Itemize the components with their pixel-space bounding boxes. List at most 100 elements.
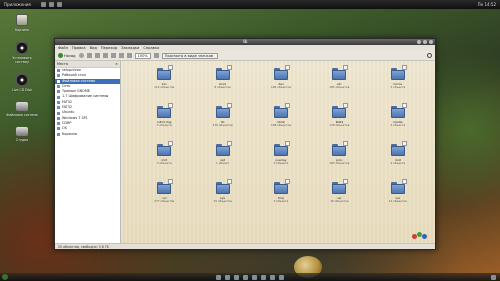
- desktop-icon-label: Live CD Disk: [11, 88, 33, 92]
- terminal-launcher-icon[interactable]: [48, 2, 54, 7]
- panel-clock[interactable]: Пн 14:52: [478, 2, 496, 7]
- up-icon[interactable]: [86, 53, 92, 58]
- folder-item[interactable]: tmp 3 объекта: [252, 179, 310, 212]
- menu-go[interactable]: Переход: [101, 45, 117, 51]
- place-icon: [57, 127, 60, 131]
- dock-app-icon[interactable]: [216, 274, 221, 280]
- folder-item-count: 277 объектов: [154, 198, 175, 203]
- desktop-icon-studio[interactable]: Студия: [6, 127, 38, 142]
- dock-app-icon[interactable]: [252, 274, 257, 280]
- folder-item-count: 178 объектов: [329, 122, 350, 127]
- folder-item[interactable]: media 4 объекта: [369, 103, 427, 136]
- zoom-in-icon[interactable]: [153, 53, 159, 58]
- files-launcher-icon[interactable]: [56, 2, 62, 7]
- view-mode-select[interactable]: Просмотр в виде значков: [161, 52, 218, 59]
- desktop-icon-filesystem[interactable]: Файловая система: [6, 102, 38, 117]
- place-icon: [57, 85, 60, 89]
- sidebar-header[interactable]: Места ×: [55, 61, 120, 68]
- place-icon: [57, 132, 60, 136]
- install-disc-icon: [16, 42, 28, 54]
- folder-item[interactable]: usr 16 объектов: [310, 179, 368, 212]
- folder-icon: [390, 65, 407, 81]
- folder-item[interactable]: bin 112 объектов: [135, 65, 193, 98]
- folder-item[interactable]: home 3 объекта: [369, 65, 427, 98]
- folder-item[interactable]: sys 15 объектов: [193, 179, 251, 212]
- folder-item[interactable]: root 4 объекта: [369, 141, 427, 174]
- folder-item[interactable]: dev 196 объектов: [252, 65, 310, 98]
- drive-icon: [16, 127, 28, 136]
- folder-item[interactable]: overlay 3 объекта: [252, 141, 310, 174]
- folder-item[interactable]: var 14 объектов: [369, 179, 427, 212]
- arrow-left-icon: [58, 53, 63, 58]
- dock-app-icon[interactable]: [270, 274, 275, 280]
- places-sidebar: Места × rafopvilvan Рабочий стол Файловая …: [55, 61, 121, 243]
- top-panel: Приложения Пн 14:52: [0, 0, 500, 9]
- close-sidebar-icon[interactable]: ×: [115, 61, 118, 67]
- menu-view[interactable]: Вид: [90, 45, 97, 51]
- folder-item[interactable]: lib64 178 объектов: [310, 103, 368, 136]
- place-icon: [57, 111, 60, 115]
- back-button[interactable]: Назад: [58, 53, 76, 58]
- folder-grid: bin 112 объектов boot 8 объектов dev 196 объе…: [135, 65, 427, 212]
- folder-item-count: 3 объекта: [390, 84, 406, 89]
- folder-item[interactable]: boot 8 объектов: [193, 65, 251, 98]
- folder-item[interactable]: run 277 объектов: [135, 179, 193, 212]
- folder-item-count: 3 объекта: [156, 122, 172, 127]
- maximize-button[interactable]: [423, 40, 427, 44]
- dock-app-icon[interactable]: [225, 274, 230, 280]
- desktop-icon-install[interactable]: Установить систему: [6, 42, 38, 64]
- folder-item[interactable]: opt 1 объект: [193, 141, 251, 174]
- menu-help[interactable]: Справка: [143, 45, 159, 51]
- folder-icon: [390, 141, 407, 157]
- distro-logo: [412, 232, 428, 240]
- zoom-out-icon[interactable]: [126, 53, 132, 58]
- folder-icon: [273, 179, 290, 195]
- dock-app-icon[interactable]: [234, 274, 239, 280]
- dock-app-icon[interactable]: [279, 274, 284, 280]
- folder-icon: [332, 103, 349, 119]
- forward-button[interactable]: [78, 53, 84, 58]
- reload-icon[interactable]: [102, 53, 108, 58]
- sidebar-item-label: Корзина: [62, 131, 77, 136]
- computer-icon[interactable]: [118, 53, 124, 58]
- desktop-icon-cd[interactable]: Live CD Disk: [6, 74, 38, 92]
- folder-item[interactable]: lib 276 объектов: [193, 103, 251, 136]
- folder-item[interactable]: mnt 3 объекта: [135, 141, 193, 174]
- bottom-dock: [0, 273, 500, 281]
- desktop-icon-trash[interactable]: Корзина: [6, 14, 38, 32]
- place-icon: [57, 100, 60, 104]
- search-icon[interactable]: [427, 53, 432, 58]
- folder-item-count: 4 объекта: [390, 122, 406, 127]
- menu-edit[interactable]: Правка: [72, 45, 86, 51]
- window-controls: [417, 40, 433, 44]
- folder-icon: [215, 141, 232, 157]
- file-view[interactable]: bin 112 объектов boot 8 объектов dev 196 объе…: [121, 61, 435, 243]
- window-titlebar[interactable]: lib: [55, 39, 435, 45]
- minimize-button[interactable]: [417, 40, 421, 44]
- folder-item[interactable]: proc 165 объектов: [310, 141, 368, 174]
- folder-item[interactable]: initrd.img 3 объекта: [135, 103, 193, 136]
- close-button[interactable]: [429, 40, 433, 44]
- folder-item-count: 3 объекта: [273, 198, 289, 203]
- folder-item-count: 165 объектов: [329, 160, 350, 165]
- dock-app-icon[interactable]: [243, 274, 248, 280]
- place-icon: [57, 122, 60, 126]
- logo-dot-icon: [422, 234, 427, 239]
- menu-bookmarks[interactable]: Закладки: [121, 45, 139, 51]
- folder-item[interactable]: lib32 198 объектов: [252, 103, 310, 136]
- start-menu-icon[interactable]: [2, 274, 8, 280]
- sidebar-item[interactable]: Корзина: [55, 132, 120, 137]
- folder-item-count: 276 объектов: [212, 122, 233, 127]
- stop-icon[interactable]: [94, 53, 100, 58]
- menu-file[interactable]: Файл: [58, 45, 68, 51]
- home-icon[interactable]: [110, 53, 116, 58]
- folder-item[interactable]: etc 185 объектов: [310, 65, 368, 98]
- dock-app-icon[interactable]: [261, 274, 266, 280]
- folder-item-count: 112 объектов: [154, 84, 175, 89]
- file-manager-window: lib Файл Правка Вид Переход Закладки Спр…: [54, 38, 436, 250]
- folder-item-count: 8 объектов: [214, 84, 231, 89]
- browser-launcher-icon[interactable]: [40, 2, 46, 7]
- back-button-label: Назад: [64, 53, 76, 58]
- applications-menu[interactable]: Приложения: [4, 2, 31, 7]
- desktop-icon-label: Корзина: [14, 28, 30, 32]
